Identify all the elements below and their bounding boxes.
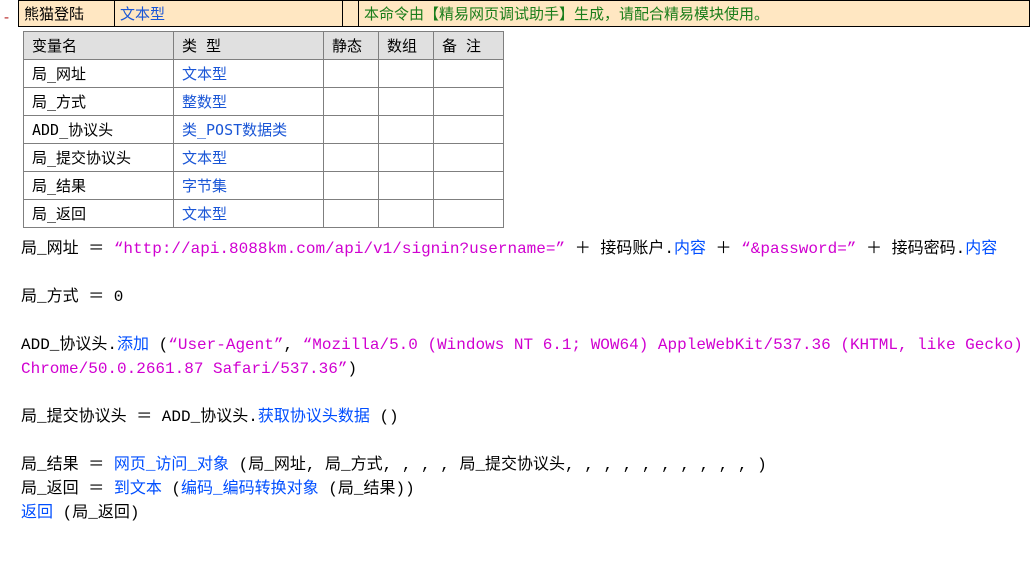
code-editor: - 熊猫登陆 文本型 本命令由【精易网页调试助手】生成，请配合精易模块使用。 变… (0, 0, 1030, 525)
blank-line (21, 309, 1030, 333)
var-type[interactable]: 文本型 (174, 144, 324, 172)
code-line[interactable]: 返回 (局_返回) (21, 501, 1030, 525)
var-type[interactable]: 文本型 (174, 200, 324, 228)
var-static[interactable] (324, 60, 379, 88)
header-wrap: - 熊猫登陆 文本型 本命令由【精易网页调试助手】生成，请配合精易模块使用。 (0, 0, 1030, 27)
code-text: 局_结果 ＝ (21, 456, 114, 474)
close-paren: ) (405, 480, 415, 498)
th-type: 类 型 (174, 32, 324, 60)
identifier: 接码密码 (892, 240, 956, 258)
member: 内容 (965, 240, 997, 258)
operator: ＋ (856, 240, 891, 258)
table-row[interactable]: 局_结果 字节集 (24, 172, 504, 200)
var-type[interactable]: 字节集 (174, 172, 324, 200)
blank-line (21, 261, 1030, 285)
var-remark[interactable] (434, 144, 504, 172)
string-literal: “http://api.8088km.com/api/v1/signin?use… (114, 240, 565, 258)
var-static[interactable] (324, 200, 379, 228)
var-static[interactable] (324, 88, 379, 116)
keyword: 返回 (21, 504, 53, 522)
dot: . (956, 240, 966, 258)
function-header: 熊猫登陆 文本型 本命令由【精易网页调试助手】生成，请配合精易模块使用。 (18, 0, 1030, 27)
code-text: 局_返回 ＝ (21, 480, 114, 498)
var-remark[interactable] (434, 172, 504, 200)
code-line[interactable]: 局_网址 ＝ “http://api.8088km.com/api/v1/sig… (21, 237, 1030, 261)
var-remark[interactable] (434, 116, 504, 144)
function-call: 编码_编码转换对象 (181, 480, 319, 498)
var-name[interactable]: 局_方式 (24, 88, 174, 116)
var-array[interactable] (379, 88, 434, 116)
dot: . (664, 240, 674, 258)
var-static[interactable] (324, 144, 379, 172)
args: (局_网址, 局_方式, , , , 局_提交协议头, , , , , , , … (229, 456, 767, 474)
var-static[interactable] (324, 172, 379, 200)
args: (局_结果) (319, 480, 405, 498)
code-line[interactable]: 局_结果 ＝ 网页_访问_对象 (局_网址, 局_方式, , , , 局_提交协… (21, 453, 1030, 477)
table-header-row: 变量名 类 型 静态 数组 备 注 (24, 32, 504, 60)
args: (局_返回) (53, 504, 139, 522)
variables-table: 变量名 类 型 静态 数组 备 注 局_网址 文本型 局_方式 整数型 (23, 31, 504, 228)
var-name[interactable]: 局_提交协议头 (24, 144, 174, 172)
string-literal: “User-Agent” (168, 336, 283, 354)
var-static[interactable] (324, 116, 379, 144)
var-remark[interactable] (434, 60, 504, 88)
func-comment-cell[interactable]: 本命令由【精易网页调试助手】生成，请配合精易模块使用。 (359, 1, 1029, 26)
function-call: 网页_访问_对象 (114, 456, 229, 474)
var-array[interactable] (379, 172, 434, 200)
var-array[interactable] (379, 60, 434, 88)
th-name: 变量名 (24, 32, 174, 60)
code-line[interactable]: ADD_协议头.添加 (“User-Agent”, “Mozilla/5.0 (… (21, 333, 1030, 381)
var-array[interactable] (379, 144, 434, 172)
code-line[interactable]: 局_返回 ＝ 到文本 (编码_编码转换对象 (局_结果)) (21, 477, 1030, 501)
parens: () (370, 408, 399, 426)
comma: , (283, 336, 302, 354)
var-type[interactable]: 文本型 (174, 60, 324, 88)
table-row[interactable]: 局_方式 整数型 (24, 88, 504, 116)
var-name[interactable]: 局_网址 (24, 60, 174, 88)
code-text: 局_方式 ＝ 0 (21, 288, 123, 306)
var-type[interactable]: 整数型 (174, 88, 324, 116)
open-paren: ( (162, 480, 181, 498)
table-row[interactable]: 局_返回 文本型 (24, 200, 504, 228)
var-array[interactable] (379, 116, 434, 144)
th-remark: 备 注 (434, 32, 504, 60)
string-literal: “&password=” (741, 240, 856, 258)
tree-dash: - (2, 8, 11, 26)
member: 内容 (674, 240, 706, 258)
close-paren: ) (347, 360, 357, 378)
var-array[interactable] (379, 200, 434, 228)
blank-line (21, 381, 1030, 405)
var-type[interactable]: 类_POST数据类 (174, 116, 324, 144)
th-array: 数组 (379, 32, 434, 60)
var-remark[interactable] (434, 200, 504, 228)
identifier: 接码账户 (600, 240, 664, 258)
args: ( (149, 336, 168, 354)
table-row[interactable]: ADD_协议头 类_POST数据类 (24, 116, 504, 144)
code-line[interactable]: 局_提交协议头 ＝ ADD_协议头.获取协议头数据 () (21, 405, 1030, 429)
code-text: ADD_协议头. (21, 336, 117, 354)
function-call: 到文本 (114, 480, 162, 498)
operator: ＋ (706, 240, 741, 258)
func-type-cell[interactable]: 文本型 (115, 1, 343, 26)
var-remark[interactable] (434, 88, 504, 116)
code-text: 局_网址 ＝ (21, 240, 114, 258)
code-block[interactable]: 局_网址 ＝ “http://api.8088km.com/api/v1/sig… (0, 232, 1030, 525)
code-text: 局_提交协议头 ＝ ADD_协议头. (21, 408, 258, 426)
operator: ＋ (565, 240, 600, 258)
th-static: 静态 (324, 32, 379, 60)
var-name[interactable]: 局_结果 (24, 172, 174, 200)
table-row[interactable]: 局_提交协议头 文本型 (24, 144, 504, 172)
code-line[interactable]: 局_方式 ＝ 0 (21, 285, 1030, 309)
var-name[interactable]: 局_返回 (24, 200, 174, 228)
function-call: 添加 (117, 336, 149, 354)
blank-line (21, 429, 1030, 453)
func-empty-cell (343, 1, 359, 26)
function-call: 获取协议头数据 (258, 408, 370, 426)
func-name-cell[interactable]: 熊猫登陆 (19, 1, 115, 26)
table-row[interactable]: 局_网址 文本型 (24, 60, 504, 88)
var-name[interactable]: ADD_协议头 (24, 116, 174, 144)
